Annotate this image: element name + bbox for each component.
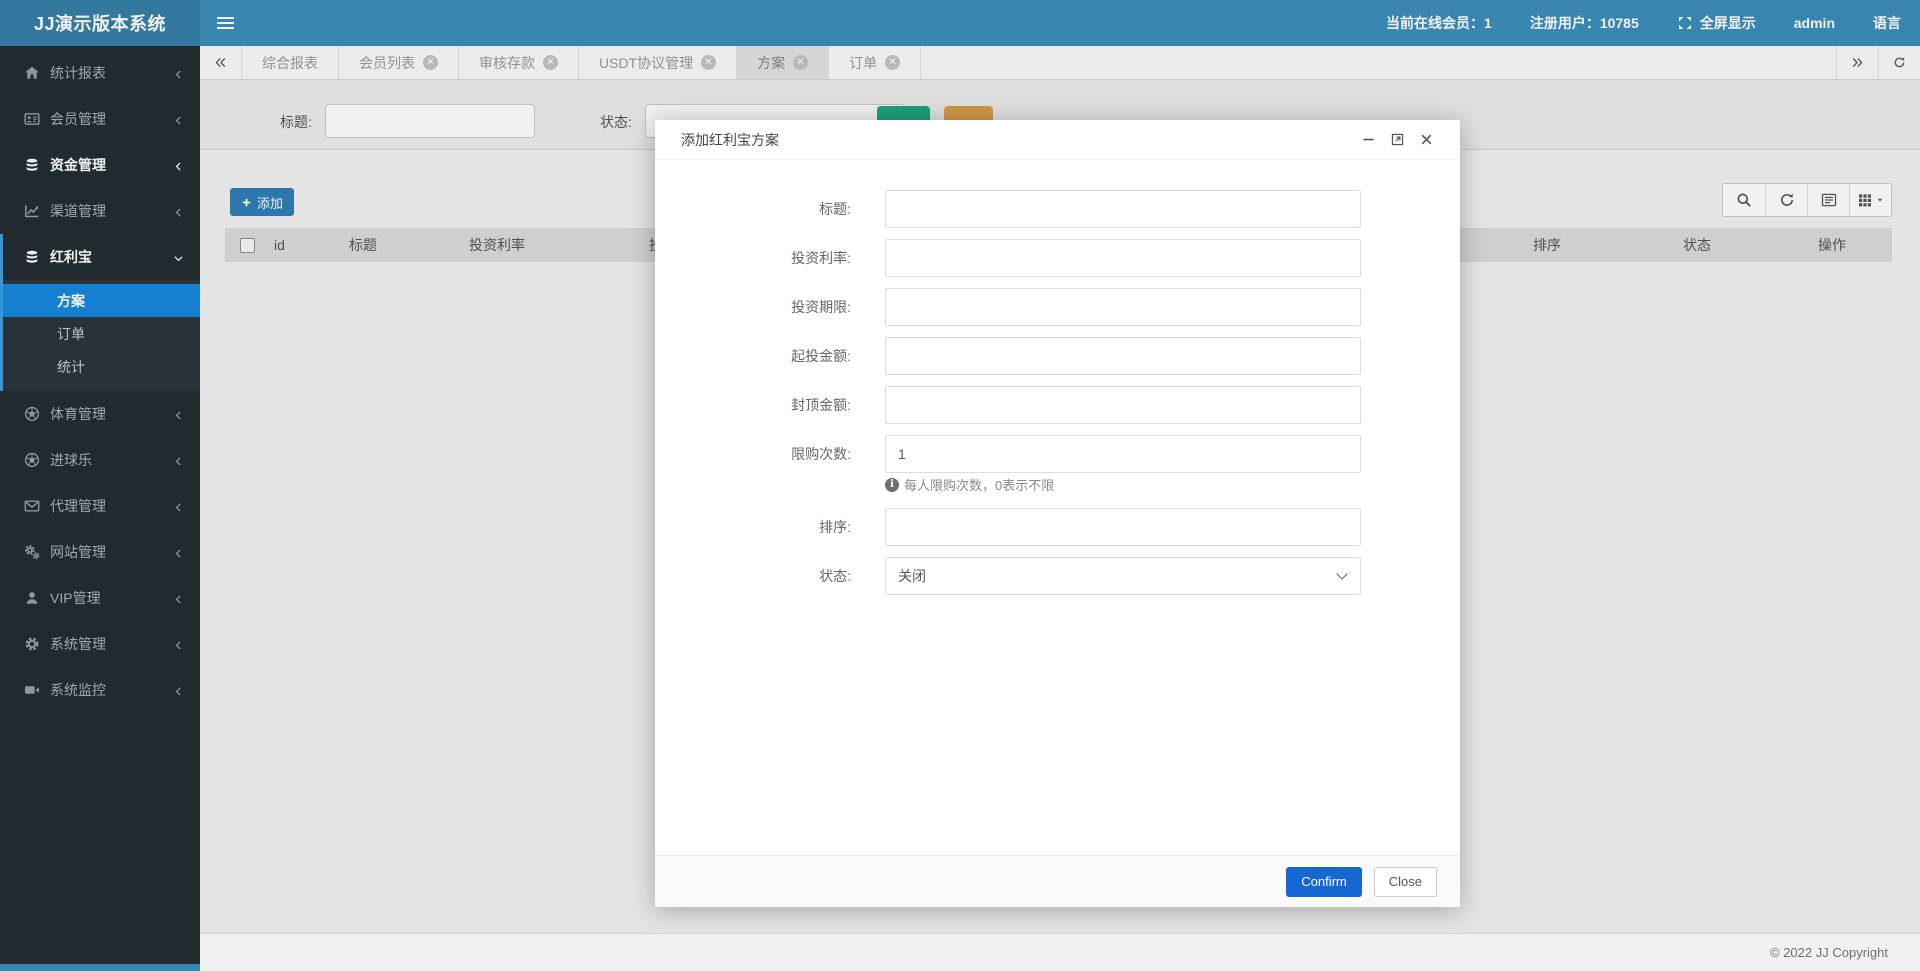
field-label-max-amount: 封顶金额: [655,395,863,415]
investment-rate-input[interactable] [885,239,1361,277]
investment-term-input[interactable] [885,288,1361,326]
dialog-footer: Confirm Close [655,855,1460,907]
max-amount-input[interactable] [885,386,1361,424]
sort-input[interactable] [885,508,1361,546]
add-bonus-plan-dialog: 添加红利宝方案 标题: 投资利率: 投资期限: 起投金额: [655,120,1460,907]
close-button[interactable]: Close [1374,867,1437,897]
maximize-icon[interactable] [1390,132,1405,147]
app-root: JJ演示版本系统 当前在线会员：1 注册用户：10785 全屏显示 admin … [0,0,1920,971]
close-icon[interactable] [1419,132,1434,147]
field-label-title: 标题: [655,199,863,219]
field-label-term: 投资期限: [655,297,863,317]
title-input[interactable] [885,190,1361,228]
dialog-controls [1361,132,1434,147]
minimize-icon[interactable] [1361,132,1376,147]
field-label-purchase-limit: 限购次数: [655,444,863,464]
status-select-wrap: 关闭 [885,557,1361,595]
dialog-title: 添加红利宝方案 [681,130,779,150]
min-amount-input[interactable] [885,337,1361,375]
field-label-sort: 排序: [655,517,863,537]
dialog-titlebar: 添加红利宝方案 [655,120,1460,160]
field-label-min-amount: 起投金额: [655,346,863,366]
info-icon [885,478,899,492]
purchase-limit-hint: 每人限购次数，0表示不限 [885,475,1460,494]
field-label-status: 状态: [655,566,863,586]
confirm-button[interactable]: Confirm [1286,867,1362,897]
status-select[interactable]: 关闭 [885,557,1361,595]
field-label-rate: 投资利率: [655,248,863,268]
purchase-limit-input[interactable] [885,435,1361,473]
dialog-body: 标题: 投资利率: 投资期限: 起投金额: 封顶金额: 限购次数: [655,160,1460,595]
